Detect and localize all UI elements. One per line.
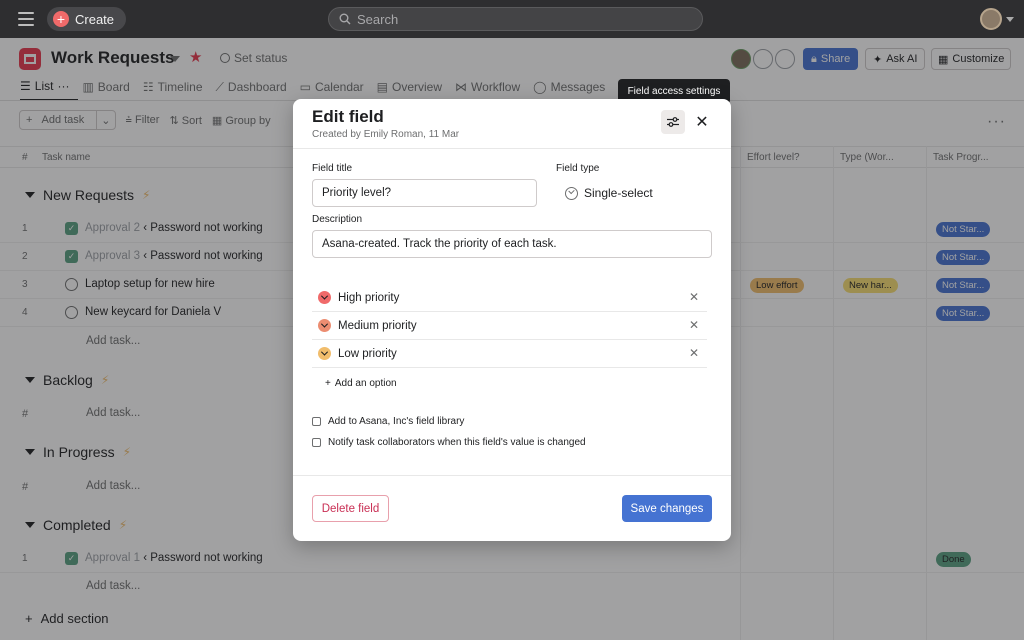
- field-access-settings-button[interactable]: [661, 110, 685, 134]
- field-library-checkbox-row[interactable]: Add to Asana, Inc's field library: [312, 416, 464, 427]
- user-avatar[interactable]: [980, 8, 1002, 30]
- option-label[interactable]: High priority: [338, 292, 399, 304]
- create-button[interactable]: + Create: [47, 7, 127, 31]
- delete-field-button[interactable]: Delete field: [312, 495, 389, 522]
- notify-checkbox-row[interactable]: Notify task collaborators when this fiel…: [312, 437, 586, 448]
- dialog-title: Edit field: [312, 107, 384, 126]
- close-icon[interactable]: ✕: [689, 290, 699, 304]
- save-changes-button[interactable]: Save changes: [622, 495, 712, 522]
- description-input[interactable]: Asana-created. Track the priority of eac…: [312, 230, 712, 258]
- divider: [293, 148, 731, 149]
- checkbox-label: Add to Asana, Inc's field library: [328, 416, 465, 427]
- single-select-icon: [565, 186, 578, 200]
- chevron-down-icon[interactable]: [318, 291, 331, 304]
- description-label: Description: [312, 214, 363, 225]
- search-placeholder: Search: [357, 11, 399, 27]
- field-type-label: Field type: [556, 163, 600, 174]
- option-row[interactable]: High priority ✕: [312, 284, 707, 312]
- sliders-icon: [667, 117, 679, 127]
- top-bar: + Create Search: [0, 0, 1024, 38]
- field-type-value: Single-select: [584, 186, 653, 200]
- close-icon[interactable]: ✕: [689, 318, 699, 332]
- field-library-checkbox[interactable]: [312, 417, 321, 426]
- create-label: Create: [75, 11, 115, 27]
- option-row[interactable]: Low priority ✕: [312, 340, 707, 368]
- chevron-down-icon[interactable]: [1006, 17, 1014, 22]
- field-title-input[interactable]: Priority level?: [312, 179, 537, 207]
- option-label[interactable]: Low priority: [338, 348, 397, 360]
- add-option-button[interactable]: + Add an option: [325, 378, 397, 389]
- chevron-down-icon[interactable]: [318, 319, 331, 332]
- close-icon[interactable]: ✕: [689, 346, 699, 360]
- search-input[interactable]: Search: [328, 7, 703, 31]
- chevron-down-icon[interactable]: [318, 347, 331, 360]
- checkbox-label: Notify task collaborators when this fiel…: [328, 437, 586, 448]
- option-row[interactable]: Medium priority ✕: [312, 312, 707, 340]
- dialog-subtitle: Created by Emily Roman, 11 Mar: [312, 129, 460, 140]
- close-icon[interactable]: ✕: [691, 111, 713, 133]
- edit-field-dialog: Edit field Created by Emily Roman, 11 Ma…: [293, 99, 731, 541]
- field-type-select[interactable]: Single-select: [565, 186, 653, 200]
- search-icon: [339, 13, 351, 25]
- plus-icon: +: [325, 378, 331, 389]
- plus-icon: +: [53, 11, 69, 27]
- field-title-label: Field title: [312, 163, 353, 174]
- divider: [293, 475, 731, 476]
- option-label[interactable]: Medium priority: [338, 320, 417, 332]
- menu-icon[interactable]: [18, 12, 34, 26]
- add-option-label: Add an option: [334, 378, 397, 389]
- notify-checkbox[interactable]: [312, 438, 321, 447]
